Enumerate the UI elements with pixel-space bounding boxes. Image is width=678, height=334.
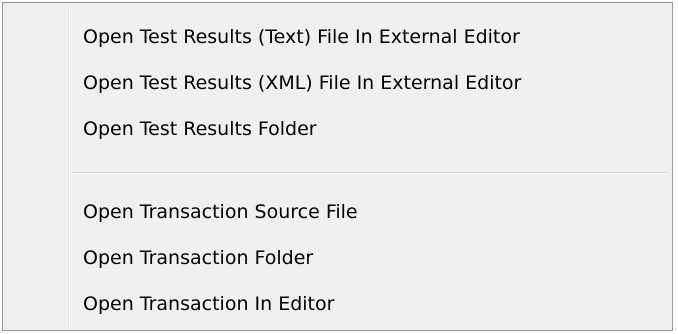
menu-item-label: Open Transaction In Editor <box>83 293 335 315</box>
context-menu: Open Test Results (Text) File In Externa… <box>2 2 673 331</box>
menu-item-open-transaction-source-file[interactable]: Open Transaction Source File <box>6 190 669 234</box>
menu-item-label: Open Test Results (Text) File In Externa… <box>83 26 520 48</box>
menu-item-label: Open Test Results Folder <box>83 118 317 140</box>
menu-item-label: Open Transaction Source File <box>83 201 358 223</box>
menu-item-open-test-results-xml-external-editor[interactable]: Open Test Results (XML) File In External… <box>6 61 669 105</box>
menu-item-label: Open Test Results (XML) File In External… <box>83 72 522 94</box>
menu-item-open-test-results-folder[interactable]: Open Test Results Folder <box>6 107 669 151</box>
menu-item-open-test-results-text-external-editor[interactable]: Open Test Results (Text) File In Externa… <box>6 15 669 59</box>
menu-item-open-transaction-folder[interactable]: Open Transaction Folder <box>6 236 669 280</box>
menu-item-label: Open Transaction Folder <box>83 247 314 269</box>
menu-separator <box>72 172 668 174</box>
menu-item-open-transaction-in-editor[interactable]: Open Transaction In Editor <box>6 282 669 326</box>
